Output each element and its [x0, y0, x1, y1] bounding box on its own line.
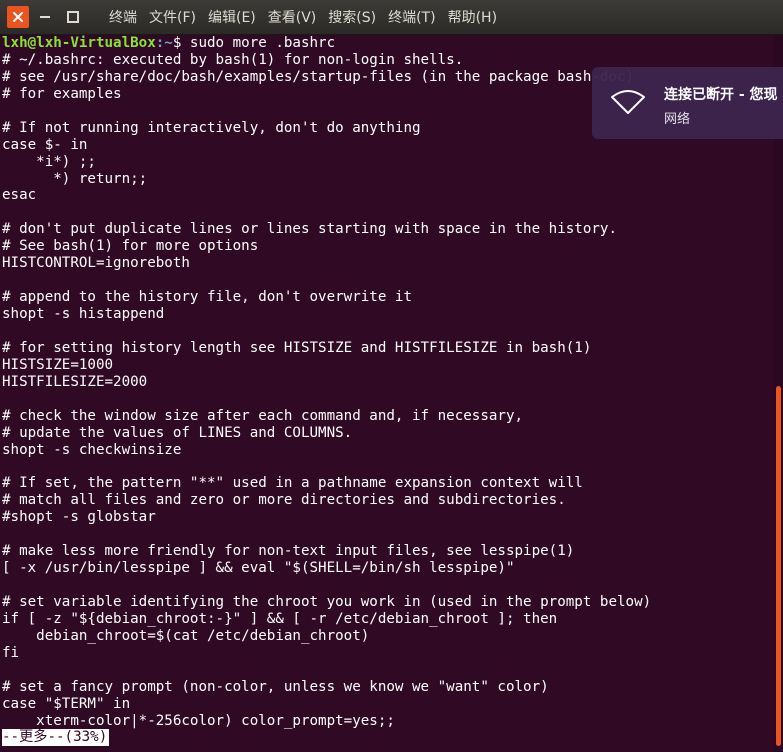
prompt-user-host: lxh@lxh-VirtualBox [2, 35, 156, 51]
scrollbar[interactable] [773, 35, 783, 752]
maximize-button[interactable] [61, 7, 85, 27]
menu-file[interactable]: 文件(F) [149, 7, 196, 27]
maximize-icon [67, 11, 79, 23]
terminal-line: # make less more friendly for non-text i… [2, 543, 575, 560]
terminal-line: HISTSIZE=1000 [2, 356, 114, 373]
terminal-line: # match all files and zero or more direc… [2, 492, 566, 509]
menu-help[interactable]: 帮助(H) [448, 7, 497, 27]
terminal-line: # append to the history file, don't over… [2, 289, 412, 306]
terminal-window: 终端 文件(F) 编辑(E) 查看(V) 搜索(S) 终端(T) 帮助(H) l… [0, 0, 783, 752]
terminal-line: # update the values of LINES and COLUMNS… [2, 424, 353, 441]
menu-view[interactable]: 查看(V) [268, 7, 317, 27]
notification-body: 网络 [664, 112, 691, 127]
terminal-line: case $- in [2, 136, 88, 153]
menu-terminal[interactable]: 终端(T) [388, 7, 435, 27]
terminal-line: #shopt -s globstar [2, 509, 156, 526]
menu-edit[interactable]: 编辑(E) [208, 7, 256, 27]
terminal-line: *i*) ;; [2, 153, 96, 170]
terminal-line: HISTFILESIZE=2000 [2, 373, 148, 390]
terminal-line: # set variable identifying the chroot yo… [2, 593, 652, 610]
terminal-output[interactable]: lxh@lxh-VirtualBox:~$ sudo more .bashrc … [0, 35, 773, 752]
terminal-line: xterm-color|*-256color) color_prompt=yes… [2, 712, 395, 729]
scrollbar-thumb[interactable] [776, 386, 781, 746]
network-notification[interactable]: 连接已断开 - 您现 网络 [592, 67, 783, 139]
terminal-line: case "$TERM" in [2, 695, 131, 712]
title-bar: 终端 文件(F) 编辑(E) 查看(V) 搜索(S) 终端(T) 帮助(H) [0, 0, 783, 35]
terminal-line: debian_chroot=$(cat /etc/debian_chroot) [2, 627, 370, 644]
terminal-line: esac [2, 187, 37, 204]
prompt-line: lxh@lxh-VirtualBox:~$ sudo more .bashrc [2, 35, 773, 52]
close-icon [13, 12, 23, 22]
terminal-line: *) return;; [2, 170, 148, 187]
terminal-line: shopt -s histappend [2, 306, 165, 322]
terminal-line: # set a fancy prompt (non-color, unless … [2, 678, 549, 695]
terminal-line: # check the window size after each comma… [2, 407, 524, 424]
menu-bar: 文件(F) 编辑(E) 查看(V) 搜索(S) 终端(T) 帮助(H) [149, 7, 509, 27]
terminal-line: HISTCONTROL=ignoreboth [2, 255, 190, 272]
minimize-icon [40, 16, 50, 18]
wifi-icon [611, 90, 645, 114]
window-title: 终端 [109, 10, 137, 26]
file-content: # ~/.bashrc: executed by bash(1) for non… [2, 52, 773, 730]
pager-status: --更多--(33%) [2, 729, 110, 747]
close-button[interactable] [7, 6, 29, 28]
minimize-button[interactable] [33, 7, 57, 27]
prompt-path: :~ [155, 35, 173, 51]
terminal-line: # If set, the pattern "**" used in a pat… [2, 475, 583, 492]
terminal-line: shopt -s checkwinsize [2, 441, 182, 458]
terminal-line: # See bash(1) for more options [2, 238, 259, 255]
prompt-command: $ sudo more .bashrc [172, 35, 336, 51]
terminal-line: if [ -z "${debian_chroot:-}" ] && [ -r /… [2, 610, 558, 627]
terminal-line: fi [2, 644, 20, 661]
terminal-line: # for setting history length see HISTSIZ… [2, 339, 592, 356]
notification-title: 连接已断开 - 您现 [664, 87, 778, 103]
menu-search[interactable]: 搜索(S) [328, 7, 376, 27]
pager-status-line: --更多--(33%) [2, 729, 773, 747]
terminal-line: # don't put duplicate lines or lines sta… [2, 221, 617, 238]
terminal-line: [ -x /usr/bin/lesspipe ] && eval "$(SHEL… [2, 560, 515, 577]
